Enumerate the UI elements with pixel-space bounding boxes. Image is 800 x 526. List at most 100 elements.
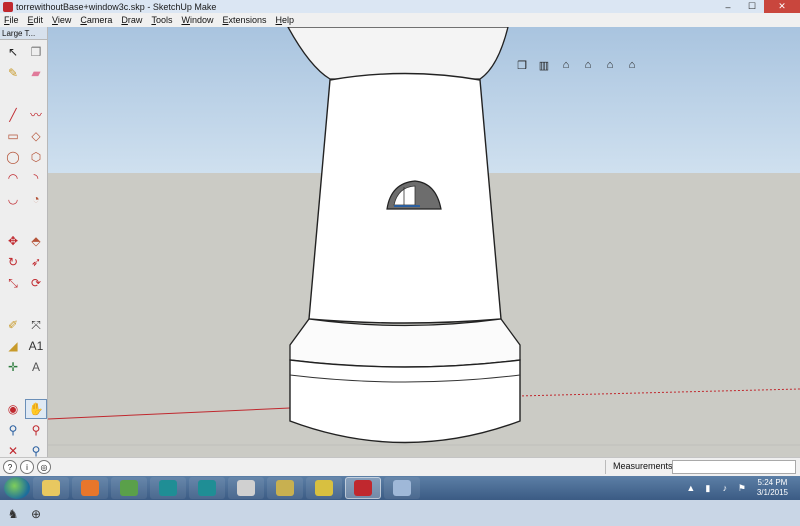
freehand-icon: 〰: [29, 108, 42, 122]
rectangle-tool[interactable]: ▭: [2, 126, 24, 146]
maximize-button[interactable]: ☐: [740, 0, 764, 13]
flag-icon[interactable]: ⚑: [736, 482, 748, 494]
dimension-tool[interactable]: ⤧: [25, 315, 47, 335]
menu-draw[interactable]: Draw: [121, 15, 142, 25]
move-tool[interactable]: ✥: [2, 231, 24, 251]
sketchup-app-icon: [354, 480, 372, 496]
line-tool[interactable]: ╱: [2, 105, 24, 125]
status-divider: [605, 460, 607, 474]
volume-icon[interactable]: ♪: [719, 482, 731, 494]
menu-camera[interactable]: Camera: [80, 15, 112, 25]
move-icon: ✥: [7, 234, 19, 248]
menu-tools[interactable]: Tools: [151, 15, 172, 25]
sketchup-logo-icon: [3, 1, 13, 12]
rotated-rectangle-tool[interactable]: ◇: [25, 126, 47, 146]
menu-help[interactable]: Help: [276, 15, 295, 25]
windows-taskbar: ▲ ▮ ♪ ⚑ 5:24 PM 3/1/2015: [0, 476, 800, 500]
tray-arrow-icon[interactable]: ▲: [685, 482, 697, 494]
tower-base-cylinder: [289, 359, 521, 444]
minimize-button[interactable]: ‒: [716, 0, 740, 13]
game-app[interactable]: [306, 477, 342, 499]
push-pull-icon: ⬘: [31, 234, 41, 248]
help-icon[interactable]: ?: [3, 460, 17, 474]
3d-text-tool[interactable]: A: [25, 357, 47, 377]
pie-icon: ◔: [32, 192, 40, 206]
network-icon[interactable]: ▮: [702, 482, 714, 494]
follow-me-tool[interactable]: ➶: [25, 252, 47, 272]
arc-tool[interactable]: ◠: [2, 168, 24, 188]
tower-model[interactable]: [48, 27, 800, 457]
menu-extensions[interactable]: Extensions: [222, 15, 266, 25]
three-point-arc-tool[interactable]: ◡: [2, 189, 24, 209]
line-icon: ╱: [9, 108, 17, 122]
start-button[interactable]: [4, 477, 30, 499]
taskbar-clock[interactable]: 5:24 PM 3/1/2015: [757, 478, 788, 498]
offset-icon: ⟳: [30, 276, 42, 290]
polygon-tool[interactable]: ⬡: [25, 147, 47, 167]
paint-app-icon: [393, 480, 411, 496]
paint-bucket-tool[interactable]: ✎: [2, 63, 24, 83]
make-component-tool[interactable]: ❒: [25, 42, 47, 62]
system-tray: ▲ ▮ ♪ ⚑ 5:24 PM 3/1/2015: [685, 476, 800, 500]
menu-file[interactable]: File: [4, 15, 19, 25]
pie-tool[interactable]: ◔: [25, 189, 47, 209]
zoom-icon: ⚲: [8, 423, 18, 437]
protractor-tool[interactable]: ◢: [2, 336, 24, 356]
pan-tool[interactable]: ✋: [25, 399, 47, 419]
walk-tool[interactable]: ♞: [2, 504, 24, 524]
polygon-icon: ⬡: [30, 150, 42, 164]
firefox-app[interactable]: [72, 477, 108, 499]
window-title: torrewithoutBase+window3c.skp - SketchUp…: [16, 1, 217, 12]
photo-app[interactable]: [267, 477, 303, 499]
menu-view[interactable]: View: [52, 15, 71, 25]
window-controls: ‒ ☐ ✕: [716, 0, 800, 13]
axes-tool[interactable]: ✛: [2, 357, 24, 377]
section-plane-tool[interactable]: ⊕: [25, 504, 47, 524]
orbit-tool[interactable]: ◉: [2, 399, 24, 419]
select-tool[interactable]: ↖: [2, 42, 24, 62]
offset-tool[interactable]: ⟳: [25, 273, 47, 293]
three-point-arc-icon: ◡: [7, 192, 19, 206]
menu-window[interactable]: Window: [181, 15, 213, 25]
zoom-tool[interactable]: ⚲: [2, 420, 24, 440]
push-pull-tool[interactable]: ⬘: [25, 231, 47, 251]
dimension-icon: ⤧: [31, 318, 41, 332]
rotate-tool[interactable]: ↻: [2, 252, 24, 272]
tool-separator: [2, 84, 47, 88]
right-view-button[interactable]: ⌂: [578, 56, 598, 74]
text-tool[interactable]: A1: [25, 336, 47, 356]
tool-separator: [2, 294, 47, 298]
solitaire-app[interactable]: [111, 477, 147, 499]
paint-app[interactable]: [384, 477, 420, 499]
sketchup-app[interactable]: [345, 477, 381, 499]
tape-measure-tool[interactable]: ✐: [2, 315, 24, 335]
solitaire-app-icon: [120, 480, 138, 496]
explorer-app[interactable]: [33, 477, 69, 499]
freehand-tool[interactable]: 〰: [25, 105, 47, 125]
paint-bucket-icon: ✎: [7, 66, 19, 80]
section-plane-icon: ⊕: [30, 507, 42, 521]
two-point-arc-tool[interactable]: ◝: [25, 168, 47, 188]
close-button[interactable]: ✕: [764, 0, 800, 13]
views-toolbar: ❒ ▥ ⌂ ⌂ ⌂ ⌂: [512, 56, 644, 74]
arduino-app[interactable]: [150, 477, 186, 499]
axes-icon: ✛: [7, 360, 19, 374]
front-view-button[interactable]: ⌂: [556, 56, 576, 74]
circle-tool[interactable]: ◯: [2, 147, 24, 167]
credits-icon[interactable]: i: [20, 460, 34, 474]
scale-icon: ⤡: [8, 276, 18, 290]
measurements-input[interactable]: [672, 460, 796, 474]
scale-tool[interactable]: ⤡: [2, 273, 24, 293]
iso-view-button[interactable]: ❒: [512, 56, 532, 74]
eraser-tool[interactable]: ▰: [25, 63, 47, 83]
arduino-app-2[interactable]: [189, 477, 225, 499]
top-view-button[interactable]: ▥: [534, 56, 554, 74]
left-view-button[interactable]: ⌂: [622, 56, 642, 74]
geolocation-icon[interactable]: ◎: [37, 460, 51, 474]
back-view-button[interactable]: ⌂: [600, 56, 620, 74]
menu-edit[interactable]: Edit: [28, 15, 44, 25]
pdf-app[interactable]: [228, 477, 264, 499]
panel-title[interactable]: Large T...: [0, 27, 47, 40]
zoom-window-tool[interactable]: ⚲: [25, 420, 47, 440]
model-viewport[interactable]: ❒ ▥ ⌂ ⌂ ⌂ ⌂: [48, 27, 800, 457]
